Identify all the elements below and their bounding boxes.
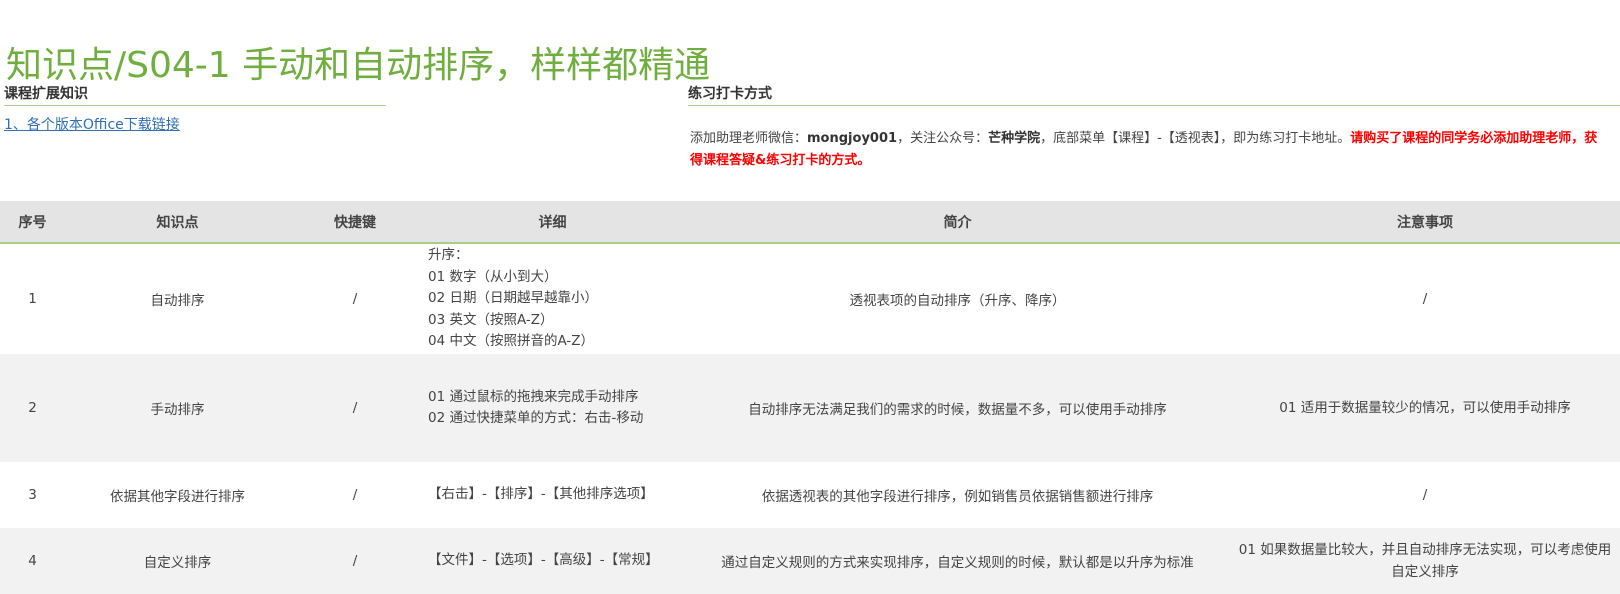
cell-no: 3 [0, 462, 65, 528]
cell-notes: / [1230, 243, 1620, 354]
cell-summary: 通过自定义规则的方式来实现排序，自定义规则的时候，默认都是以升序为标准 [685, 528, 1230, 594]
cell-shortcut: / [290, 243, 420, 354]
cell-summary: 自动排序无法满足我们的需求的时候，数据量不多，可以使用手动排序 [685, 354, 1230, 462]
detail-line: 02 日期（日期越早越靠小） [428, 290, 598, 307]
header-detail: 详细 [420, 201, 685, 244]
cell-topic: 手动排序 [65, 354, 290, 462]
cell-detail: 01 通过鼠标的拖拽来完成手动排序 02 通过快捷菜单的方式：右击-移动 [420, 354, 685, 462]
cell-no: 4 [0, 528, 65, 594]
note-mid1: ，关注公众号： [897, 131, 989, 146]
cell-shortcut: / [290, 462, 420, 528]
note-mid2: ，底部菜单【课程】-【透视表】，即为练习打卡地址。 [1040, 131, 1351, 146]
table-row: 2 手动排序 / 01 通过鼠标的拖拽来完成手动排序 02 通过快捷菜单的方式：… [0, 354, 1620, 462]
cell-notes: 01 如果数据量比较大，并且自动排序无法实现，可以考虑使用自定义排序 [1230, 528, 1620, 594]
detail-line: 01 通过鼠标的拖拽来完成手动排序 [428, 388, 639, 405]
cell-detail: 【右击】-【排序】-【其他排序选项】 [420, 462, 685, 528]
detail-line: 04 中文（按照拼音的A-Z） [428, 333, 595, 350]
detail-line: 02 通过快捷菜单的方式：右击-移动 [428, 410, 644, 426]
table-row: 3 依据其他字段进行排序 / 【右击】-【排序】-【其他排序选项】 依据透视表的… [0, 462, 1620, 528]
cell-shortcut: / [290, 354, 420, 462]
knowledge-table: 序号 知识点 快捷键 详细 简介 注意事项 1 自动排序 / 升序： 01 数字… [0, 201, 1620, 594]
header-topic: 知识点 [65, 201, 290, 244]
detail-line: 03 英文（按照A-Z） [428, 311, 554, 328]
cell-detail: 升序： 01 数字（从小到大） 02 日期（日期越早越靠小） 03 英文（按照A… [420, 243, 685, 354]
table-row: 4 自定义排序 / 【文件】-【选项】-【高级】-【常规】 通过自定义规则的方式… [0, 528, 1620, 594]
cell-topic: 自定义排序 [65, 528, 290, 594]
cell-topic: 依据其他字段进行排序 [65, 462, 290, 528]
cell-detail: 【文件】-【选项】-【高级】-【常规】 [420, 528, 685, 594]
table-header-row: 序号 知识点 快捷键 详细 简介 注意事项 [0, 201, 1620, 244]
practice-section-heading: 练习打卡方式 [688, 84, 1620, 106]
cell-topic: 自动排序 [65, 243, 290, 354]
cell-shortcut: / [290, 528, 420, 594]
header-notes: 注意事项 [1230, 201, 1620, 244]
page-title: 知识点/S04-1 手动和自动排序，样样都精通 [6, 45, 711, 87]
cell-summary: 依据透视表的其他字段进行排序，例如销售员依据销售额进行排序 [685, 462, 1230, 528]
header-shortcut: 快捷键 [290, 201, 420, 244]
table-row: 1 自动排序 / 升序： 01 数字（从小到大） 02 日期（日期越早越靠小） … [0, 243, 1620, 354]
wechat-id: mongjoy001 [807, 131, 898, 146]
cell-no: 1 [0, 243, 65, 354]
detail-line: 【右击】-【排序】-【其他排序选项】 [428, 486, 654, 503]
header-summary: 简介 [685, 201, 1230, 244]
cell-summary: 透视表项的自动排序（升序、降序） [685, 243, 1230, 354]
note-prefix: 添加助理老师微信： [690, 131, 808, 146]
header-no: 序号 [0, 201, 65, 244]
detail-line: 01 数字（从小到大） [428, 268, 558, 285]
cell-notes: 01 适用于数据量较少的情况，可以使用手动排序 [1230, 354, 1620, 462]
detail-line: 【文件】-【选项】-【高级】-【常规】 [428, 552, 659, 569]
detail-line: 升序： [428, 247, 469, 264]
practice-note: 添加助理老师微信：mongjoy001，关注公众号：芒种学院，底部菜单【课程】-… [690, 128, 1610, 172]
extension-section-heading: 课程扩展知识 [4, 84, 386, 106]
cell-notes: / [1230, 462, 1620, 528]
account-name: 芒种学院 [988, 131, 1041, 146]
cell-no: 2 [0, 354, 65, 462]
office-download-link[interactable]: 1、各个版本Office下载链接 [4, 114, 180, 134]
